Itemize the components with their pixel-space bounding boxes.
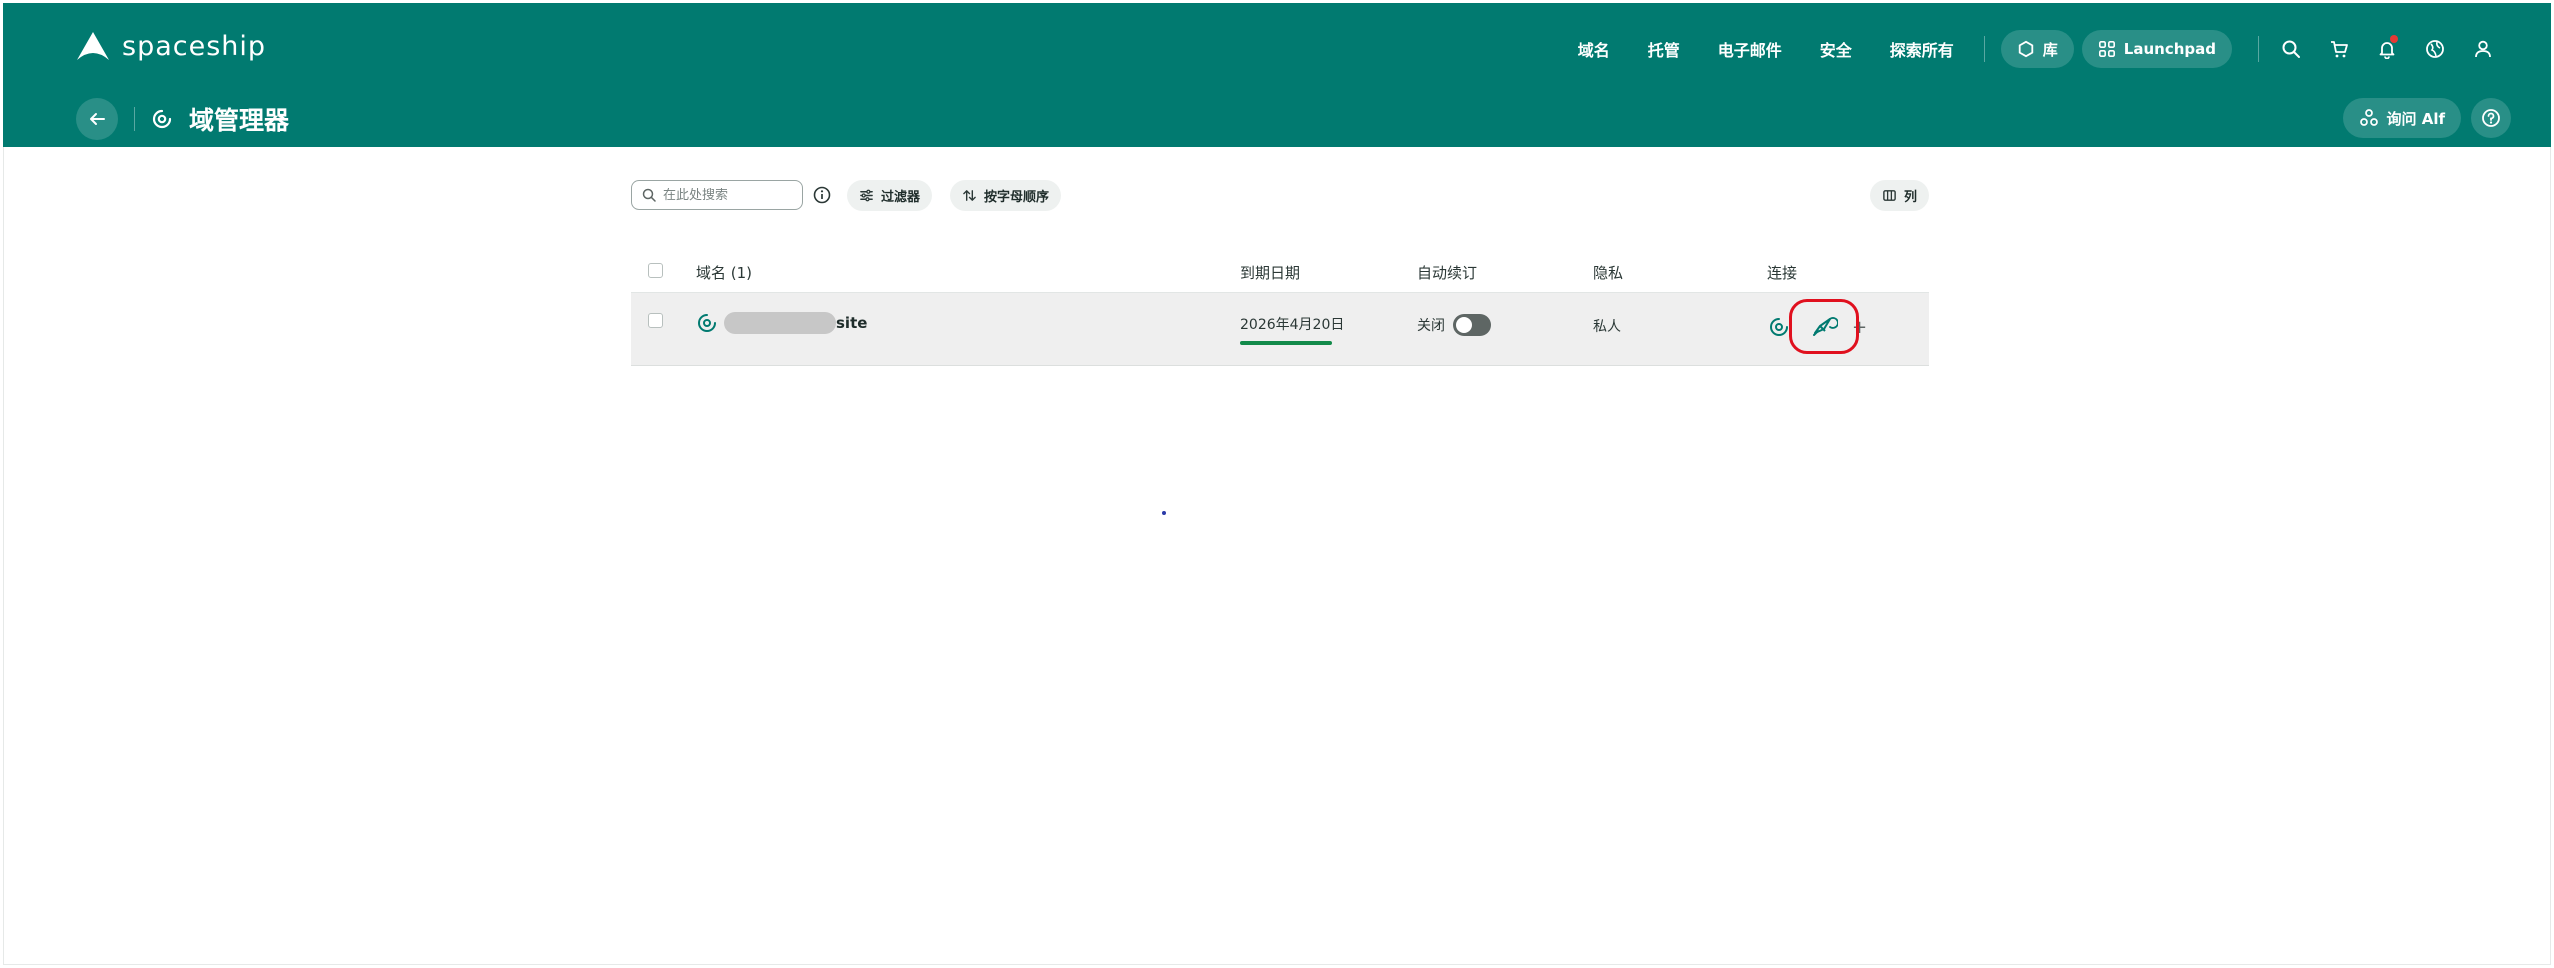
search-button[interactable]: [2275, 33, 2307, 65]
search-box[interactable]: [631, 180, 803, 210]
ask-alf-button[interactable]: 询问 Alf: [2342, 98, 2461, 138]
nav-email[interactable]: 电子邮件: [1718, 37, 1782, 61]
nav-domains[interactable]: 域名: [1578, 37, 1610, 61]
brand-name: spaceship: [122, 30, 267, 62]
select-all-checkbox[interactable]: [648, 263, 663, 278]
launchpad-button[interactable]: Launchpad: [2081, 30, 2232, 68]
redacted-domain-name: [724, 312, 836, 334]
column-header-expiry[interactable]: 到期日期: [1240, 262, 1300, 283]
expiry-progress-bar: [1240, 341, 1332, 345]
logo[interactable]: spaceship: [76, 29, 266, 63]
library-button[interactable]: 库: [2000, 30, 2074, 68]
privacy-status: 私人: [1593, 319, 1621, 335]
domain-status-icon: [698, 314, 716, 332]
help-button[interactable]: [2471, 98, 2511, 138]
table-toolbar: 过滤器 按字母顺序 列: [631, 180, 1929, 212]
page-title-group: 域管理器: [151, 99, 289, 139]
sort-arrows-icon: [963, 190, 976, 201]
account-button[interactable]: [2467, 33, 2499, 65]
auto-renew-status: 关闭: [1417, 318, 1445, 334]
nav-explore-all[interactable]: 探索所有: [1890, 37, 1954, 61]
notifications-button[interactable]: [2371, 33, 2403, 65]
sort-label: 按字母顺序: [984, 190, 1050, 205]
library-label: 库: [2042, 40, 2058, 59]
search-icon: [642, 188, 656, 202]
filter-button[interactable]: 过滤器: [847, 180, 933, 211]
filter-label: 过滤器: [881, 190, 921, 205]
domain-cell[interactable]: site: [696, 312, 867, 334]
nav-divider: [1983, 36, 1985, 62]
cart-button[interactable]: [2323, 33, 2355, 65]
language-button[interactable]: [2419, 33, 2451, 65]
row-checkbox[interactable]: [648, 313, 663, 328]
auto-renew-cell: 关闭: [1417, 314, 1491, 336]
header-divider: [134, 107, 135, 131]
columns-label: 列: [1903, 190, 1917, 205]
notification-dot: [2390, 35, 2398, 43]
page-header: 域管理器 询问 Alf: [3, 95, 2551, 143]
spaceship-logo-icon: [77, 32, 109, 60]
launchpad-label: Launchpad: [2123, 40, 2216, 58]
sort-button[interactable]: 按字母顺序: [950, 180, 1062, 211]
search-icon: [2282, 40, 2300, 58]
domain-connect-icon[interactable]: [1767, 315, 1791, 339]
connect-cell: +: [1767, 312, 1867, 342]
cursor-dot: [1162, 511, 1166, 515]
domain-manager-icon: [152, 109, 172, 129]
rocket-icon[interactable]: [1808, 312, 1838, 342]
column-header-auto-renew: 自动续订: [1417, 264, 1478, 282]
app-header: spaceship 域名 托管 电子邮件 安全 探索所有 库 Launchpad: [3, 3, 2551, 147]
cart-icon: [2331, 41, 2348, 58]
nav-hosting[interactable]: 托管: [1648, 37, 1680, 61]
domain-name-suffix: site: [836, 314, 868, 332]
browser-viewport: [3, 3, 2551, 965]
auto-renew-toggle[interactable]: [1453, 314, 1491, 336]
column-header-connect: 连接: [1767, 264, 1798, 282]
user-icon: [2475, 40, 2491, 58]
table-header: 域名 (1) 到期日期 自动续订 隐私 连接: [631, 252, 1929, 293]
info-icon[interactable]: [812, 185, 832, 205]
nav-security[interactable]: 安全: [1820, 37, 1852, 61]
apps-grid-icon: [2098, 40, 2115, 58]
page-title: 域管理器: [189, 106, 290, 135]
ask-alf-label: 询问 Alf: [2386, 109, 2446, 128]
top-navigation: 域名 托管 电子邮件 安全 探索所有 库 Launchpad: [1578, 30, 2551, 68]
back-button[interactable]: [76, 98, 118, 140]
help-icon: [2482, 109, 2500, 127]
domains-table: 域名 (1) 到期日期 自动续订 隐私 连接 site 2026年4月20日 关…: [631, 252, 1929, 366]
nav-divider: [2258, 36, 2259, 62]
sliders-icon: [860, 189, 873, 202]
columns-icon: [1883, 190, 1896, 201]
globe-icon: [2426, 40, 2444, 58]
toggle-knob: [1456, 317, 1472, 333]
add-connection-button[interactable]: +: [1852, 317, 1867, 338]
column-header-domain[interactable]: 域名 (1): [696, 262, 752, 283]
column-header-privacy: 隐私: [1593, 264, 1624, 282]
hexagon-icon: [2018, 40, 2033, 58]
table-row[interactable]: site 2026年4月20日 关闭 私人 +: [631, 293, 1929, 366]
alf-assistant-icon: [2359, 109, 2378, 126]
arrow-left-icon: [90, 113, 105, 125]
search-input[interactable]: [663, 187, 793, 203]
columns-button[interactable]: 列: [1869, 180, 1929, 211]
expiry-date: 2026年4月20日: [1240, 317, 1345, 333]
